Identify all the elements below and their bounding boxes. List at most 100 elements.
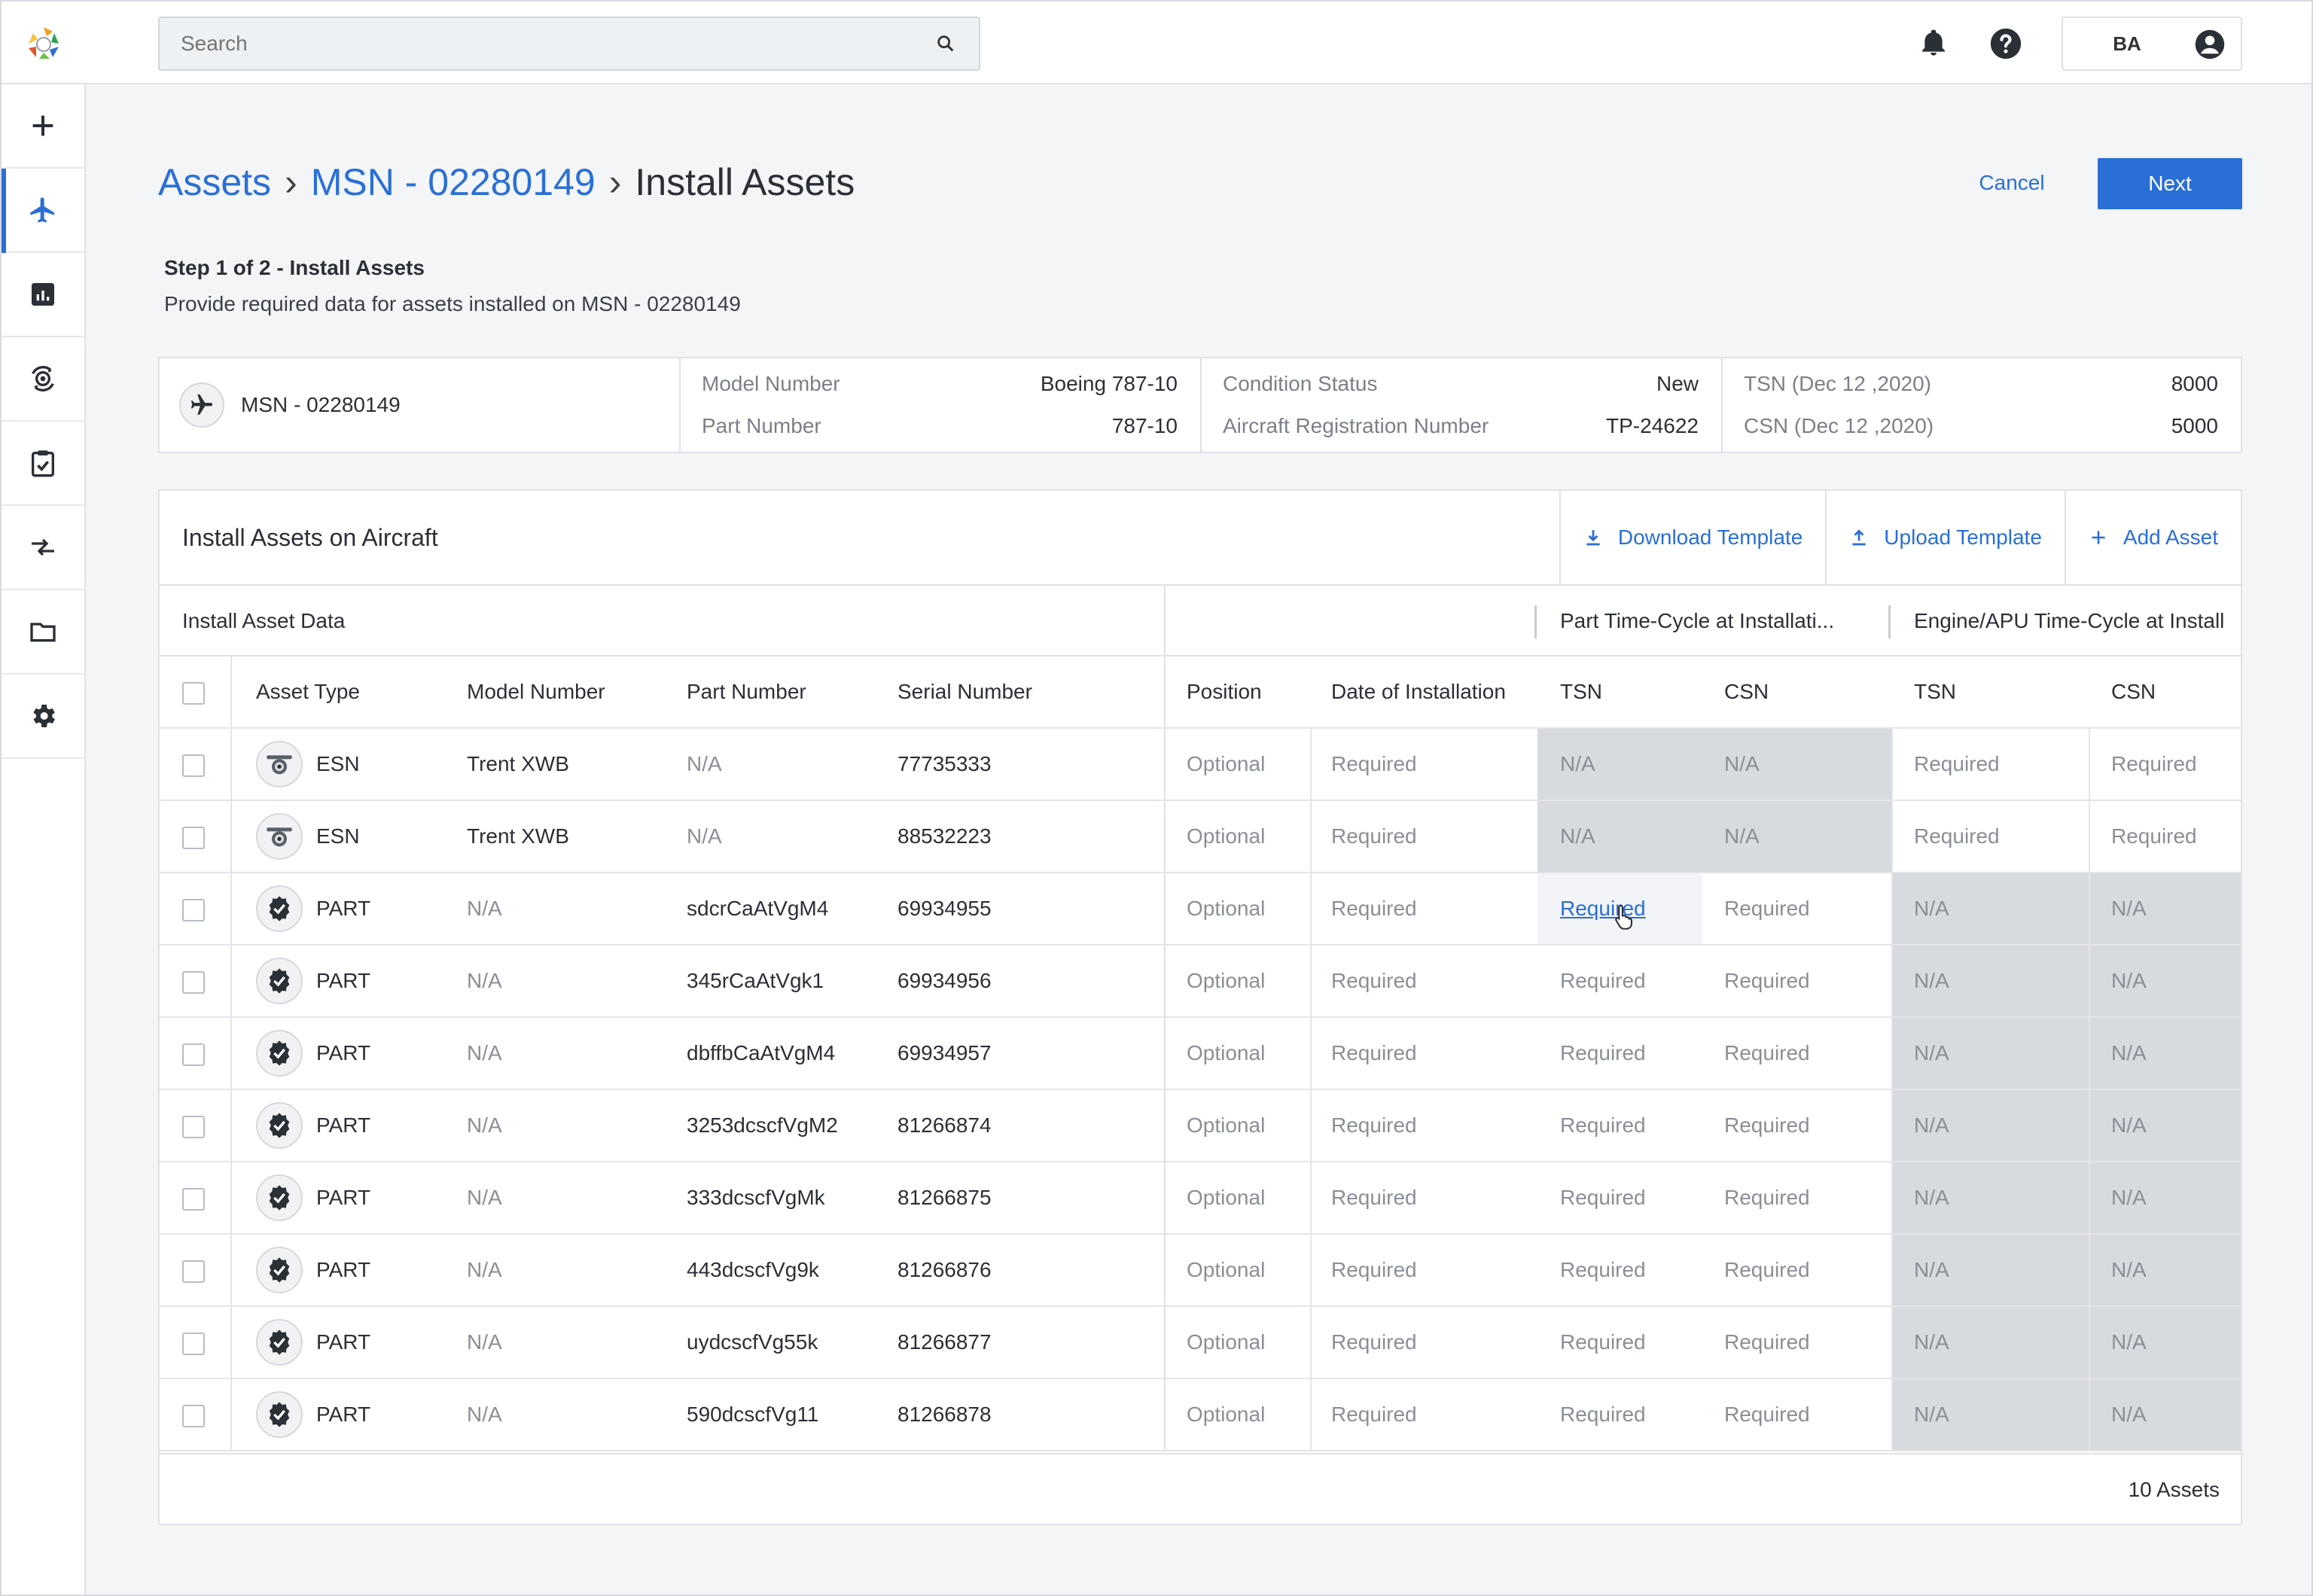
row-checkbox[interactable]: [182, 1188, 205, 1211]
part-csn-field[interactable]: Required: [1724, 1162, 1810, 1233]
nav-item-transfers[interactable]: [2, 506, 84, 590]
table-row[interactable]: ESN Trent XWB N/A 88532223 Optional Required N…: [160, 801, 2241, 873]
row-checkbox[interactable]: [182, 1116, 205, 1138]
engine-tsn-field[interactable]: Required: [1914, 801, 2000, 872]
csn-label: CSN (Dec 12 ,2020): [1744, 414, 1934, 437]
download-template-button[interactable]: Download Template: [1559, 491, 1825, 584]
table-row[interactable]: PART N/A sdcrCaAtVgM4 69934955 Optional Requi…: [160, 873, 2241, 946]
date-installation-field[interactable]: Required: [1331, 1379, 1417, 1450]
engine-csn-field[interactable]: Required: [2111, 801, 2197, 872]
row-checkbox[interactable]: [182, 899, 205, 921]
part-tsn-field[interactable]: Required: [1560, 1307, 1646, 1378]
col-date-installation[interactable]: Date of Installation: [1331, 656, 1506, 727]
col-model-number[interactable]: Model Number: [467, 656, 605, 727]
nav-item-files[interactable]: [2, 590, 84, 675]
table-row[interactable]: PART N/A 443dcscfVg9k 81266876 Optional Requi…: [160, 1235, 2241, 1307]
col-asset-type[interactable]: Asset Type: [256, 656, 360, 727]
part-csn-field[interactable]: Required: [1724, 1090, 1810, 1161]
bell-icon[interactable]: [1918, 27, 1949, 59]
breadcrumb-msn-link[interactable]: MSN - 02280149: [311, 161, 596, 203]
col-engine-tsn[interactable]: TSN: [1914, 656, 1956, 727]
engine-csn-field[interactable]: Required: [2111, 729, 2197, 800]
part-tsn-field[interactable]: Required: [1560, 946, 1646, 1016]
search-input[interactable]: [181, 18, 904, 69]
part-csn-field[interactable]: Required: [1724, 873, 1810, 944]
date-installation-field[interactable]: Required: [1331, 1162, 1417, 1233]
row-checkbox[interactable]: [182, 971, 205, 994]
nav-item-tasks[interactable]: [2, 422, 84, 506]
engine-tsn-field: N/A: [1914, 1403, 1949, 1426]
model-number-value: Boeing 787-10: [1040, 372, 1178, 395]
position-field[interactable]: Optional: [1187, 1090, 1265, 1161]
part-tsn-field[interactable]: Required: [1560, 1090, 1646, 1161]
cancel-button[interactable]: Cancel: [1959, 157, 2065, 209]
row-checkbox[interactable]: [182, 1260, 205, 1283]
part-number: 443dcscfVg9k: [687, 1258, 819, 1281]
col-position[interactable]: Position: [1187, 656, 1262, 727]
col-serial-number[interactable]: Serial Number: [897, 656, 1032, 727]
search-icon[interactable]: [935, 33, 956, 54]
part-tsn-field[interactable]: Required: [1560, 1162, 1646, 1233]
table-row[interactable]: PART N/A uydcscfVg55k 81266877 Optional Requi…: [160, 1307, 2241, 1379]
col-engine-csn[interactable]: CSN: [2111, 656, 2156, 727]
table-row[interactable]: PART N/A 345rCaAtVgk1 69934956 Optional Requi…: [160, 946, 2241, 1018]
row-checkbox[interactable]: [182, 827, 205, 849]
position-field[interactable]: Optional: [1187, 1162, 1265, 1233]
add-asset-button[interactable]: Add Asset: [2064, 491, 2241, 584]
engine-tsn-field[interactable]: Required: [1914, 729, 2000, 800]
table-row[interactable]: PART N/A 333dcscfVgMk 81266875 Optional Requi…: [160, 1162, 2241, 1235]
row-checkbox[interactable]: [182, 754, 205, 777]
part-csn-field[interactable]: Required: [1724, 1018, 1810, 1089]
row-checkbox[interactable]: [182, 1043, 205, 1066]
date-installation-field[interactable]: Required: [1331, 1235, 1417, 1305]
asset-type: PART: [316, 1041, 371, 1065]
date-installation-field[interactable]: Required: [1331, 801, 1417, 872]
date-installation-field[interactable]: Required: [1331, 1307, 1417, 1378]
date-installation-field[interactable]: Required: [1331, 873, 1417, 944]
table-row[interactable]: PART N/A dbffbCaAtVgM4 69934957 Optional Requ…: [160, 1018, 2241, 1090]
position-field[interactable]: Optional: [1187, 1018, 1265, 1089]
breadcrumb-assets-link[interactable]: Assets: [158, 161, 271, 203]
position-field[interactable]: Optional: [1187, 1307, 1265, 1378]
table-row[interactable]: PART N/A 590dcscfVg11 81266878 Optional Requi…: [160, 1379, 2241, 1451]
date-installation-field[interactable]: Required: [1331, 1090, 1417, 1161]
table-row[interactable]: PART N/A 3253dcscfVgM2 81266874 Optional Requ…: [160, 1090, 2241, 1162]
part-csn-field[interactable]: Required: [1724, 1307, 1810, 1378]
help-icon[interactable]: [1989, 27, 2022, 60]
nav-item-add[interactable]: [2, 84, 84, 169]
date-installation-field[interactable]: Required: [1331, 946, 1417, 1016]
app-logo-icon[interactable]: [24, 24, 63, 63]
part-tsn-field[interactable]: Required: [1560, 1235, 1646, 1305]
date-installation-field[interactable]: Required: [1331, 1018, 1417, 1089]
col-part-csn[interactable]: CSN: [1724, 656, 1769, 727]
col-part-number[interactable]: Part Number: [687, 656, 806, 727]
part-tsn-field[interactable]: Required: [1560, 1379, 1646, 1450]
date-installation-field[interactable]: Required: [1331, 729, 1417, 800]
part-csn-field[interactable]: Required: [1724, 1379, 1810, 1450]
position-field[interactable]: Optional: [1187, 1379, 1265, 1450]
nav-item-settings[interactable]: [2, 675, 84, 759]
step-title: Step 1 of 2 - Install Assets: [164, 256, 425, 279]
select-all-checkbox[interactable]: [182, 682, 205, 705]
engine-csn-field: N/A: [2111, 969, 2147, 992]
row-checkbox[interactable]: [182, 1405, 205, 1427]
serial-number: 81266875: [897, 1186, 992, 1209]
next-button[interactable]: Next: [2098, 158, 2242, 209]
col-part-tsn[interactable]: TSN: [1560, 656, 1602, 727]
position-field[interactable]: Optional: [1187, 946, 1265, 1016]
nav-item-engines[interactable]: [2, 337, 84, 422]
row-checkbox[interactable]: [182, 1333, 205, 1355]
position-field[interactable]: Optional: [1187, 801, 1265, 872]
position-field[interactable]: Optional: [1187, 729, 1265, 800]
part-csn-field[interactable]: Required: [1724, 946, 1810, 1016]
nav-item-aircraft[interactable]: [2, 169, 84, 253]
position-field[interactable]: Optional: [1187, 1235, 1265, 1305]
table-row[interactable]: ESN Trent XWB N/A 77735333 Optional Required N…: [160, 729, 2241, 801]
position-field[interactable]: Optional: [1187, 873, 1265, 944]
upload-template-button[interactable]: Upload Template: [1825, 491, 2065, 584]
part-tsn-field[interactable]: Required: [1560, 1018, 1646, 1089]
user-menu[interactable]: BA: [2062, 17, 2242, 71]
part-number: 3253dcscfVgM2: [687, 1113, 838, 1137]
part-csn-field[interactable]: Required: [1724, 1235, 1810, 1305]
nav-item-reports[interactable]: [2, 253, 84, 337]
